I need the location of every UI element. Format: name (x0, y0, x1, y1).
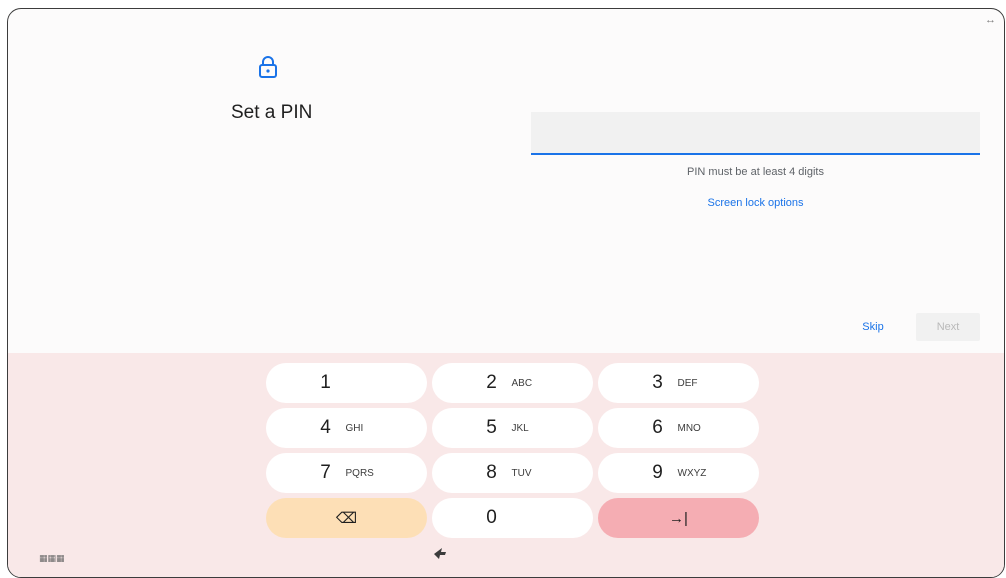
key-digit: 6 (652, 417, 663, 438)
pin-input[interactable] (531, 112, 980, 155)
key-digit: 4 (320, 417, 331, 438)
key-letters: PQRS (345, 467, 374, 479)
resize-icon[interactable]: ↔ (985, 14, 996, 26)
key-digit: 5 (486, 417, 497, 438)
key-letters: DEF (677, 377, 698, 389)
key-digit: 1 (320, 372, 331, 393)
enter-tab-icon: →| (669, 509, 688, 527)
skip-button[interactable]: Skip (848, 313, 898, 341)
key-digit: 9 (652, 462, 663, 483)
key-1[interactable]: 1 (266, 363, 427, 403)
key-9[interactable]: 9 WXYZ (598, 453, 759, 493)
lock-icon (259, 56, 277, 78)
keyboard-switch-icon[interactable]: ▦▦▦ (39, 553, 65, 564)
screen-lock-options-link[interactable]: Screen lock options (531, 197, 980, 209)
page-title: Set a PIN (231, 102, 313, 123)
key-5[interactable]: 5 JKL (432, 408, 593, 448)
key-letters: TUV (511, 467, 532, 479)
pin-helper-text: PIN must be at least 4 digits (687, 166, 824, 178)
key-letters: ABC (511, 377, 533, 389)
window-frame: ↔ Set a PIN PIN must be at least 4 digit… (7, 8, 1005, 578)
key-letters: MNO (677, 422, 701, 434)
key-letters: WXYZ (677, 467, 707, 479)
next-button[interactable]: Next (916, 313, 980, 341)
key-8[interactable]: 8 TUV (432, 453, 593, 493)
key-3[interactable]: 3 DEF (598, 363, 759, 403)
hide-keyboard-icon[interactable] (432, 545, 448, 561)
key-letters: GHI (345, 422, 364, 434)
key-digit: 3 (652, 372, 663, 393)
key-digit: 2 (486, 372, 497, 393)
key-digit: 8 (486, 462, 497, 483)
enter-key[interactable]: →| (598, 498, 759, 538)
key-7[interactable]: 7 PQRS (266, 453, 427, 493)
key-6[interactable]: 6 MNO (598, 408, 759, 448)
key-digit: 0 (486, 507, 497, 528)
key-digit: 7 (320, 462, 331, 483)
backspace-key[interactable]: ⌫ (266, 498, 427, 538)
key-letters: JKL (511, 422, 529, 434)
backspace-icon: ⌫ (335, 510, 358, 527)
numeric-keyboard: 1 2 ABC 3 DEF 4 GHI 5 JKL 6 MNO 7 PQRS 8… (8, 353, 1004, 577)
key-0[interactable]: 0 (432, 498, 593, 538)
key-4[interactable]: 4 GHI (266, 408, 427, 448)
key-2[interactable]: 2 ABC (432, 363, 593, 403)
